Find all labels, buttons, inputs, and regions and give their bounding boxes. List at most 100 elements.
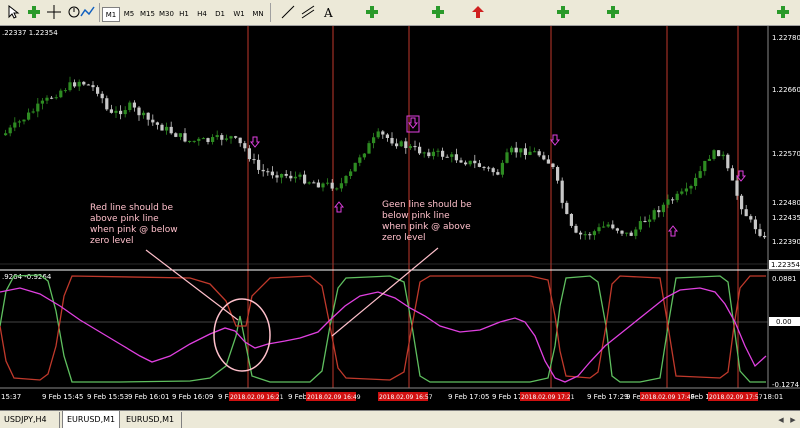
tab-scroll-left-icon[interactable]: ◀ — [776, 415, 786, 425]
timeframe-m15-button[interactable]: M15 — [139, 7, 156, 22]
candle-body — [477, 163, 481, 167]
candle-body — [588, 234, 592, 236]
candle-body — [178, 133, 182, 137]
timeframe-w1-button[interactable]: W1 — [232, 7, 246, 22]
new-order-icon[interactable] — [430, 4, 446, 20]
candle-body — [436, 150, 440, 152]
indicator-panel-info: .9264 -0.9264 — [2, 273, 52, 281]
chart-area[interactable]: 1.22780 1.22660 1.22570 1.22480 1.22435 1.223… — [0, 26, 800, 410]
timeframe-h4-button[interactable]: H4 — [195, 7, 209, 22]
cursor-icon[interactable] — [6, 4, 22, 20]
candle-body — [657, 210, 661, 213]
line-icon[interactable] — [280, 4, 296, 20]
channel-icon[interactable] — [300, 4, 316, 20]
candle-body — [565, 202, 569, 214]
candle-body — [551, 163, 555, 168]
candle-body — [243, 143, 247, 149]
candle-body — [744, 209, 748, 217]
candle-body — [427, 152, 431, 157]
arrow-icon[interactable] — [470, 4, 486, 20]
candle-body — [569, 213, 573, 226]
candle-body — [749, 216, 753, 220]
candle-body — [500, 162, 504, 175]
candle-body — [542, 155, 546, 160]
time-axis-label: 18:01 — [763, 393, 783, 401]
time-marker-label: 2018.02.09 17:57 — [708, 392, 763, 401]
candle-body — [666, 199, 670, 205]
candle-body — [13, 122, 17, 128]
new-order-icon[interactable] — [555, 4, 571, 20]
candle-body — [638, 221, 642, 230]
time-marker-text: 2018.02.09 16:57 — [379, 394, 433, 401]
tab-scroll-right-icon[interactable]: ▶ — [788, 415, 798, 425]
candle-body — [298, 174, 302, 177]
candle-body — [592, 231, 596, 236]
candle-body — [491, 168, 495, 173]
candle-body — [160, 124, 164, 131]
candle-body — [96, 87, 100, 94]
candle-body — [146, 112, 150, 120]
candle-body — [261, 169, 265, 172]
current-price: 1.22354 — [771, 261, 800, 269]
timeframe-mn-button[interactable]: MN — [250, 7, 266, 22]
time-axis-labels: 15:37 9 Feb 15:45 9 Feb 15:53 9 Feb 16:01 9 … — [1, 392, 783, 401]
candle-body — [31, 111, 35, 113]
candle-body — [413, 146, 417, 148]
candle-body — [735, 180, 739, 196]
candle-body — [611, 224, 615, 229]
indicator-axis-label-top: 0.0881 — [772, 275, 797, 283]
candle-body — [753, 219, 757, 230]
candle-body — [197, 138, 201, 141]
text-icon[interactable]: A — [320, 4, 336, 20]
candle-body — [220, 135, 224, 140]
time-marker-text: 2018.02.09 16:49 — [307, 394, 361, 401]
indicator-icon[interactable] — [80, 4, 96, 20]
tab-eurusd-m1[interactable]: EURUSD,M1 — [122, 412, 182, 428]
candle-body — [450, 154, 454, 157]
candle-body — [367, 143, 371, 154]
green-note-line-4: zero level — [382, 233, 426, 243]
price-axis-label: 1.22480 — [772, 199, 800, 207]
candle-body — [496, 172, 500, 175]
tab-usdjpy-h4[interactable]: USDJPY,H4 — [0, 412, 60, 428]
chart-tabs: USDJPY,H4 EURUSD,M1 EURUSD,M1 ◀ ▶ — [0, 410, 800, 428]
candle-body — [63, 90, 67, 92]
tab-eurusd-m1-active[interactable]: EURUSD,M1 — [62, 411, 120, 428]
candle-body — [326, 182, 330, 184]
candle-body — [82, 81, 86, 85]
new-order-icon[interactable] — [364, 4, 380, 20]
candle-body — [211, 137, 215, 142]
new-order-icon[interactable] — [26, 4, 42, 20]
new-order-icon[interactable] — [605, 4, 621, 20]
candle-body — [91, 85, 95, 88]
candle-body — [408, 146, 412, 149]
time-marker-label: 2018.02.09 17:21 — [520, 392, 575, 401]
candle-body — [192, 140, 196, 142]
timeframe-d1-button[interactable]: D1 — [213, 7, 227, 22]
crosshair-icon[interactable] — [46, 4, 62, 20]
candle-body — [652, 210, 656, 220]
candle-body — [399, 141, 403, 147]
timeframe-h1-button[interactable]: H1 — [177, 7, 191, 22]
candle-body — [574, 225, 578, 233]
timeframe-m30-button[interactable]: M30 — [158, 7, 175, 22]
candle-body — [114, 110, 118, 113]
candle-body — [109, 109, 113, 113]
candle-body — [648, 219, 652, 222]
candle-body — [36, 103, 40, 112]
time-marker-text: 2018.02.09 17:57 — [709, 394, 763, 401]
candle-body — [583, 234, 587, 236]
timeframe-m1-button[interactable]: M1 — [102, 7, 120, 22]
red-note-line-1: Red line should be — [90, 203, 173, 213]
candle-body — [266, 171, 270, 173]
candle-body — [289, 175, 293, 179]
candle-body — [68, 82, 72, 91]
candle-body — [174, 133, 178, 137]
new-order-icon[interactable] — [775, 4, 791, 20]
candle-body — [721, 154, 725, 157]
candle-body — [661, 204, 665, 213]
timeframe-m5-button[interactable]: M5 — [122, 7, 136, 22]
candle-body — [717, 150, 721, 157]
time-marker-text: 2018.02.09 16:21 — [230, 394, 284, 401]
candle-body — [206, 138, 210, 142]
